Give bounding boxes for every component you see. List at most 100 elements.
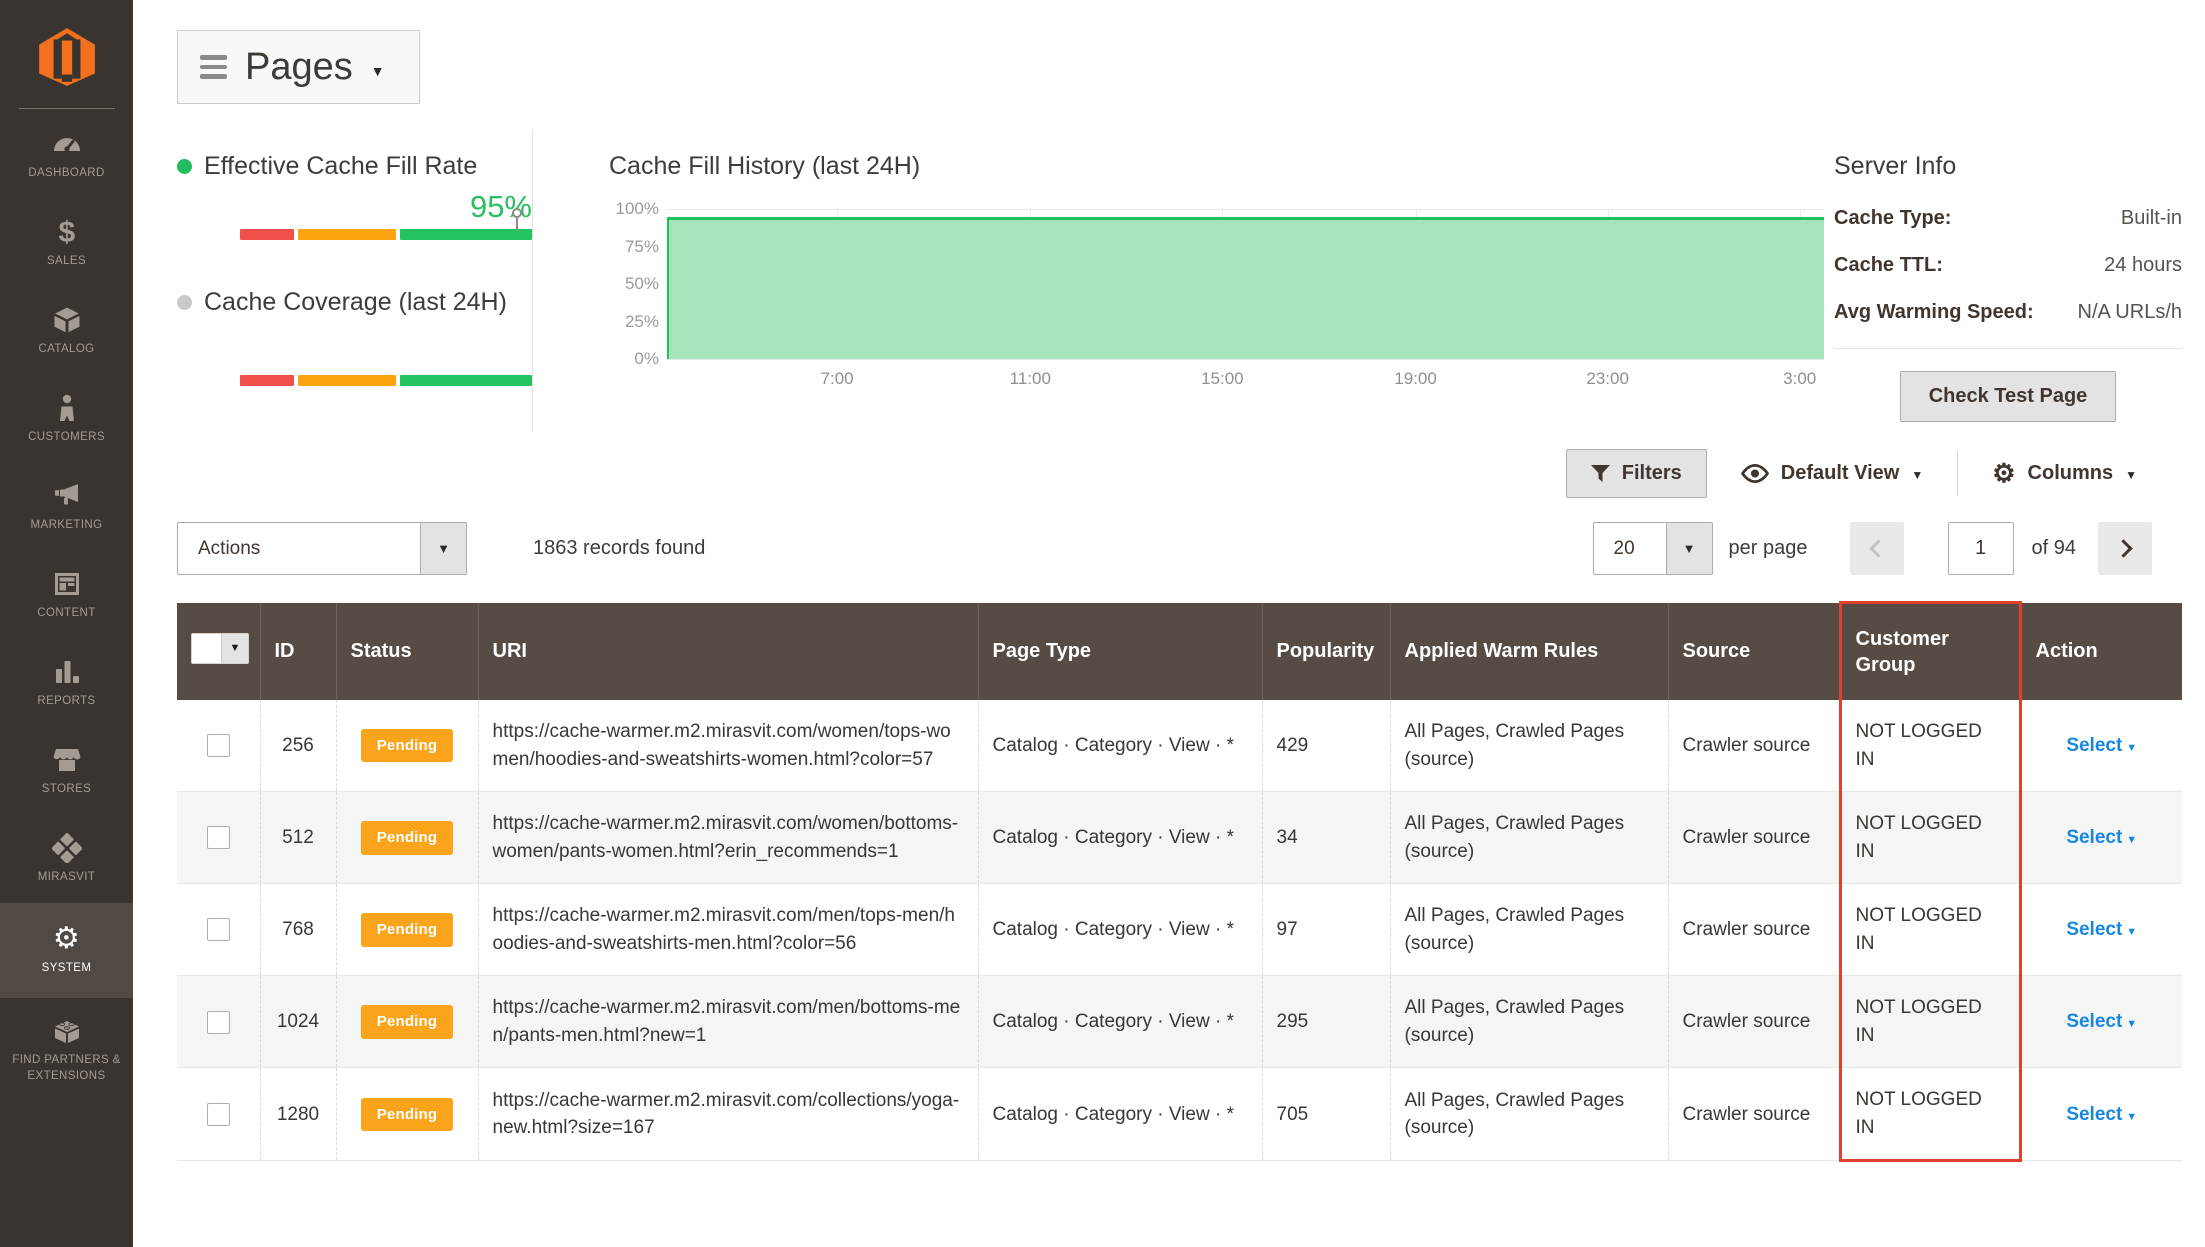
sidebar-item-find-partners[interactable]: FIND PARTNERS & EXTENSIONS [0,998,133,1102]
page-number-input[interactable] [1948,522,2014,575]
cache-type-label: Cache Type: [1834,207,1951,230]
column-header-customer-group[interactable]: Customer Group [1840,603,2020,701]
status-badge: Pending [361,913,454,947]
row-checkbox[interactable] [207,1011,230,1034]
previous-page-button[interactable] [1850,522,1904,575]
cell-page-type: Catalog · Category · View · * [978,1068,1262,1161]
status-badge: Pending [361,729,454,763]
chevron-right-icon [2114,539,2132,557]
row-select-dropdown[interactable]: Select▼ [2066,1104,2137,1125]
sidebar-item-system[interactable]: ⚙ SYSTEM [0,903,133,998]
sidebar-item-dashboard[interactable]: DASHBOARD [0,111,133,199]
gauge-panel: Effective Cache Fill Rate 95% Cache Cove… [177,130,533,432]
actions-select-value: Actions [178,523,420,574]
chevron-down-icon: ▼ [2126,926,2137,938]
column-header-id[interactable]: ID [260,603,336,701]
per-page-label: per page [1729,537,1808,560]
gauge-bar-fill-rate [240,229,532,240]
column-header-source[interactable]: Source [1668,603,1840,701]
select-all-dropdown[interactable]: ▼ [191,633,249,664]
row-checkbox[interactable] [207,918,230,941]
select-label: Select [2066,1104,2122,1125]
columns-label: Columns [2028,462,2114,485]
cell-uri: https://cache-warmer.m2.mirasvit.com/men… [478,976,978,1068]
sidebar-item-stores[interactable]: STORES [0,727,133,815]
row-select-dropdown[interactable]: Select▼ [2066,1011,2137,1032]
row-select-dropdown[interactable]: Select▼ [2066,735,2137,756]
gauge-bar-coverage [240,375,532,386]
cell-warm-rules: All Pages, Crawled Pages (source) [1390,884,1668,976]
warming-speed-label: Avg Warming Speed: [1834,301,2034,324]
cell-uri: https://cache-warmer.m2.mirasvit.com/men… [478,884,978,976]
row-checkbox[interactable] [207,1103,230,1126]
column-header-popularity[interactable]: Popularity [1262,603,1390,701]
catalog-box-icon [52,305,82,335]
chart-x-labels: 7:0011:0015:0019:0023:003:00 [667,359,1824,389]
cell-popularity: 34 [1262,792,1390,884]
cache-type-value: Built-in [2121,207,2182,230]
sidebar-item-sales[interactable]: $ SALES [0,199,133,287]
column-header-status[interactable]: Status [336,603,478,701]
cell-page-type: Catalog · Category · View · * [978,884,1262,976]
sidebar-item-catalog[interactable]: CATALOG [0,287,133,375]
per-page-value: 20 [1594,523,1666,574]
grid-controls: Filters Default View ▼ ⚙ Columns ▼ [177,446,2137,500]
sidebar-item-mirasvit[interactable]: MIRASVIT [0,815,133,903]
default-view-dropdown[interactable]: Default View ▼ [1741,462,1923,485]
cell-page-type: Catalog · Category · View · * [978,700,1262,792]
cell-uri: https://cache-warmer.m2.mirasvit.com/wom… [478,700,978,792]
sidebar-item-label: MARKETING [31,518,103,534]
coverage-label: Cache Coverage (last 24H) [204,288,507,317]
status-badge: Pending [361,821,454,855]
server-info-title: Server Info [1834,152,2182,181]
sidebar-item-marketing[interactable]: MARKETING [0,463,133,551]
cell-page-type: Catalog · Category · View · * [978,792,1262,884]
filters-label: Filters [1622,462,1682,485]
row-select-dropdown[interactable]: Select▼ [2066,827,2137,848]
chevron-down-icon: ▼ [371,63,385,79]
pagination: 20 ▼ per page of 94 [1593,522,2152,575]
column-header-uri[interactable]: URI [478,603,978,701]
column-header-action[interactable]: Action [2020,603,2182,701]
dashboard-gauge-icon [52,129,82,159]
dashboard-widgets: Effective Cache Fill Rate 95% Cache Cove… [177,130,2182,432]
admin-sidebar: DASHBOARD $ SALES CATALOG CUSTOMERS MARK… [0,0,133,1247]
cache-ttl-value: 24 hours [2104,254,2182,277]
next-page-button[interactable] [2098,522,2152,575]
cell-uri: https://cache-warmer.m2.mirasvit.com/wom… [478,792,978,884]
column-header-warm-rules[interactable]: Applied Warm Rules [1390,603,1668,701]
filters-button[interactable]: Filters [1566,449,1707,498]
cell-uri: https://cache-warmer.m2.mirasvit.com/col… [478,1068,978,1161]
row-select-dropdown[interactable]: Select▼ [2066,919,2137,940]
page-title: Pages [245,46,353,89]
magento-logo[interactable] [0,0,133,100]
row-checkbox[interactable] [207,826,230,849]
cell-warm-rules: All Pages, Crawled Pages (source) [1390,792,1668,884]
sidebar-item-label: SYSTEM [42,961,92,977]
actions-select[interactable]: Actions ▼ [177,522,467,575]
page-title-menu-button[interactable]: Pages ▼ [177,30,420,104]
cell-id: 256 [260,700,336,792]
check-test-page-button[interactable]: Check Test Page [1900,371,2117,422]
cell-popularity: 705 [1262,1068,1390,1161]
sidebar-item-customers[interactable]: CUSTOMERS [0,375,133,463]
cell-source: Crawler source [1668,792,1840,884]
server-info-row: Avg Warming Speed: N/A URLs/h [1834,301,2182,324]
per-page-select[interactable]: 20 ▼ [1593,522,1713,575]
select-all-checkbox[interactable] [192,634,221,663]
reports-barchart-icon [52,657,82,687]
row-checkbox[interactable] [207,734,230,757]
sidebar-item-label: FIND PARTNERS & EXTENSIONS [4,1053,129,1084]
cell-customer-group: NOT LOGGED IN [1840,1068,2020,1161]
chevron-down-icon: ▼ [1666,523,1712,574]
columns-dropdown[interactable]: ⚙ Columns ▼ [1992,460,2137,486]
sidebar-item-reports[interactable]: REPORTS [0,639,133,727]
cell-warm-rules: All Pages, Crawled Pages (source) [1390,1068,1668,1161]
records-found-text: 1863 records found [533,537,705,560]
chevron-down-icon: ▼ [2126,1018,2137,1030]
column-header-page-type[interactable]: Page Type [978,603,1262,701]
sidebar-item-content[interactable]: CONTENT [0,551,133,639]
cell-id: 512 [260,792,336,884]
select-all-header[interactable]: ▼ [177,603,260,701]
chevron-down-icon: ▼ [2125,468,2137,482]
